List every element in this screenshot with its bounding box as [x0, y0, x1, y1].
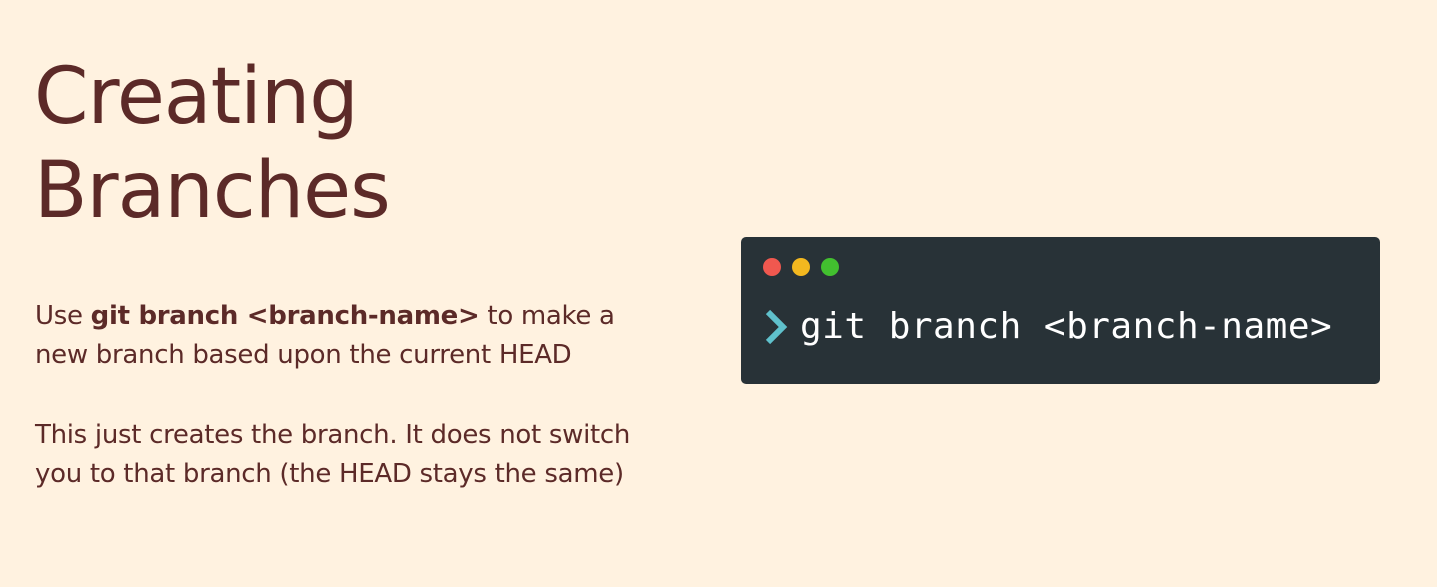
usage-suffix: to make a	[479, 301, 615, 331]
chevron-right-icon	[765, 309, 788, 345]
usage-command: git branch <branch-name>	[90, 301, 480, 331]
terminal-window: git branch <branch-name>	[741, 237, 1380, 384]
title-line-1: Creating	[34, 52, 359, 142]
window-maximize-dot	[821, 258, 839, 276]
paragraph-note-line-2: you to that branch (the HEAD stays the s…	[35, 459, 624, 489]
paragraph-usage: Use git branch <branch-name> to make a n…	[35, 297, 675, 375]
slide-title: Creating Branches	[34, 50, 391, 238]
paragraph-usage-line-2: new branch based upon the current HEAD	[35, 340, 572, 370]
paragraph-note-line-1: This just creates the branch. It does no…	[35, 420, 631, 450]
window-minimize-dot	[792, 258, 810, 276]
title-line-2: Branches	[34, 146, 391, 236]
usage-prefix: Use	[35, 301, 91, 331]
terminal-command: git branch <branch-name>	[800, 306, 1333, 347]
paragraph-note: This just creates the branch. It does no…	[35, 416, 675, 494]
window-close-dot	[763, 258, 781, 276]
paragraph-usage-line-1: Use git branch <branch-name> to make a	[35, 297, 675, 336]
